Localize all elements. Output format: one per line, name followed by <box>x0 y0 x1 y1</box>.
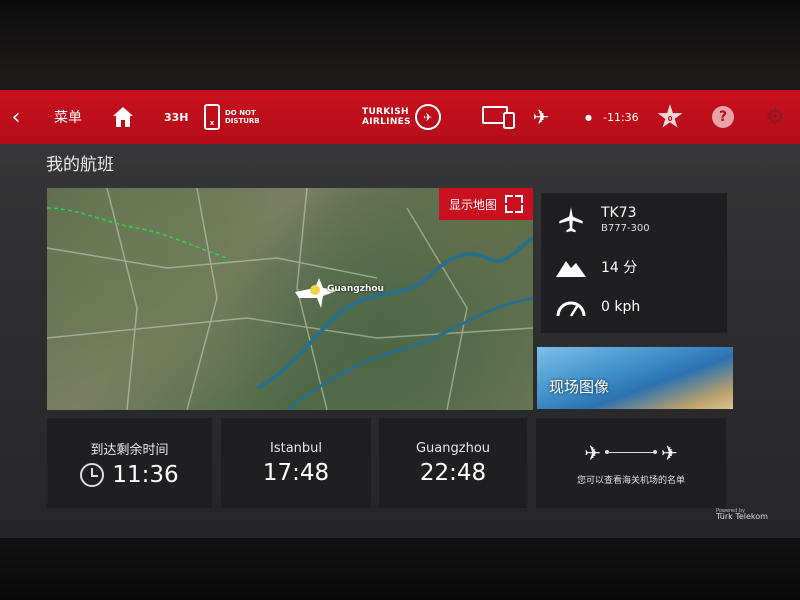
map-city-label: Guangzhou <box>327 284 384 294</box>
crane-logo-icon: ✈ <box>414 104 441 130</box>
altitude-row: 14 分 <box>541 257 727 277</box>
destination-time: 22:48 <box>419 459 487 486</box>
time-remaining-value: 11:36 <box>112 461 179 488</box>
customs-airports-button[interactable]: ✈ ✈ 您可以查看海关机场的名单 <box>536 418 726 508</box>
flight-map-icon[interactable]: ✈ <box>528 90 554 144</box>
dnd-line2: DISTURB <box>225 117 260 125</box>
aircraft-type: B777-300 <box>601 223 650 234</box>
favorites-count: 0 <box>657 104 683 128</box>
brand-line1: TURKISH <box>362 107 409 117</box>
route-graphic: ✈ ✈ <box>584 441 678 465</box>
departure-plane-icon: ✈ <box>584 440 601 465</box>
do-not-disturb-icon: x <box>204 104 220 130</box>
show-map-button[interactable]: 显示地图 <box>438 188 533 220</box>
flight-number: TK73 <box>601 205 637 221</box>
show-map-label: 显示地图 <box>448 197 497 212</box>
clock-icon <box>80 462 105 487</box>
help-icon[interactable]: ? <box>710 90 736 144</box>
speed-value: 0 kph <box>601 299 641 315</box>
favorites-star-icon[interactable]: 0 <box>656 90 684 144</box>
airline-logo: TURKISH AIRLINES ✈ <box>362 90 446 144</box>
origin-time: 17:48 <box>262 459 330 486</box>
brand-line2: AIRLINES <box>362 117 411 127</box>
status-dot: ● <box>585 112 592 122</box>
do-not-disturb-button[interactable]: x DO NOT DISTURB <box>204 90 268 144</box>
elapsed-time-indicator: 33H <box>164 110 189 124</box>
map-terrain <box>47 188 533 410</box>
speed-row: 0 kph <box>541 296 727 318</box>
customs-airports-label: 您可以查看海关机场的名单 <box>576 475 685 486</box>
expand-icon <box>505 195 523 213</box>
flight-map[interactable]: Guangzhou 显示地图 <box>47 188 533 410</box>
screen-connect-icon[interactable] <box>482 90 516 144</box>
gear-icon[interactable]: ⚙ <box>762 90 788 144</box>
flight-info-panel: TK73 B777-300 14 分 0 kph <box>541 193 727 333</box>
dnd-line1: DO NOT <box>225 109 256 117</box>
destination-tile: Guangzhou 22:48 <box>379 418 527 508</box>
menu-button[interactable]: 菜单 <box>54 90 82 144</box>
plane-icon <box>541 206 601 234</box>
provider-name: Türk Telekom <box>716 512 768 521</box>
time-remaining-tile: 到达剩余时间 11:36 <box>47 418 212 508</box>
top-bar: ‹ 菜单 33H x DO NOT DISTURB TURKISH AIRLIN… <box>0 90 800 144</box>
live-camera-label: 现场图像 <box>549 378 610 396</box>
destination-city: Guangzhou <box>415 440 491 456</box>
live-camera-button[interactable]: 现场图像 <box>537 347 733 409</box>
origin-tile: Istanbul 17:48 <box>221 418 371 508</box>
mountain-icon <box>541 257 601 277</box>
city-marker <box>310 285 320 295</box>
powered-by-logo: Powered by Türk Telekom <box>716 508 768 521</box>
do-not-disturb-label: DO NOT DISTURB <box>225 109 265 125</box>
back-icon[interactable]: ‹ <box>4 90 28 144</box>
speedometer-icon <box>541 296 601 318</box>
remaining-time-top: -11:36 <box>603 110 639 124</box>
origin-city: Istanbul <box>269 440 322 456</box>
home-icon[interactable] <box>111 90 139 144</box>
flight-number-row: TK73 B777-300 <box>541 205 727 234</box>
time-remaining-label: 到达剩余时间 <box>90 442 169 458</box>
page-title: 我的航班 <box>46 155 114 175</box>
altitude-value: 14 分 <box>601 260 638 276</box>
arrival-plane-icon: ✈ <box>661 440 678 465</box>
